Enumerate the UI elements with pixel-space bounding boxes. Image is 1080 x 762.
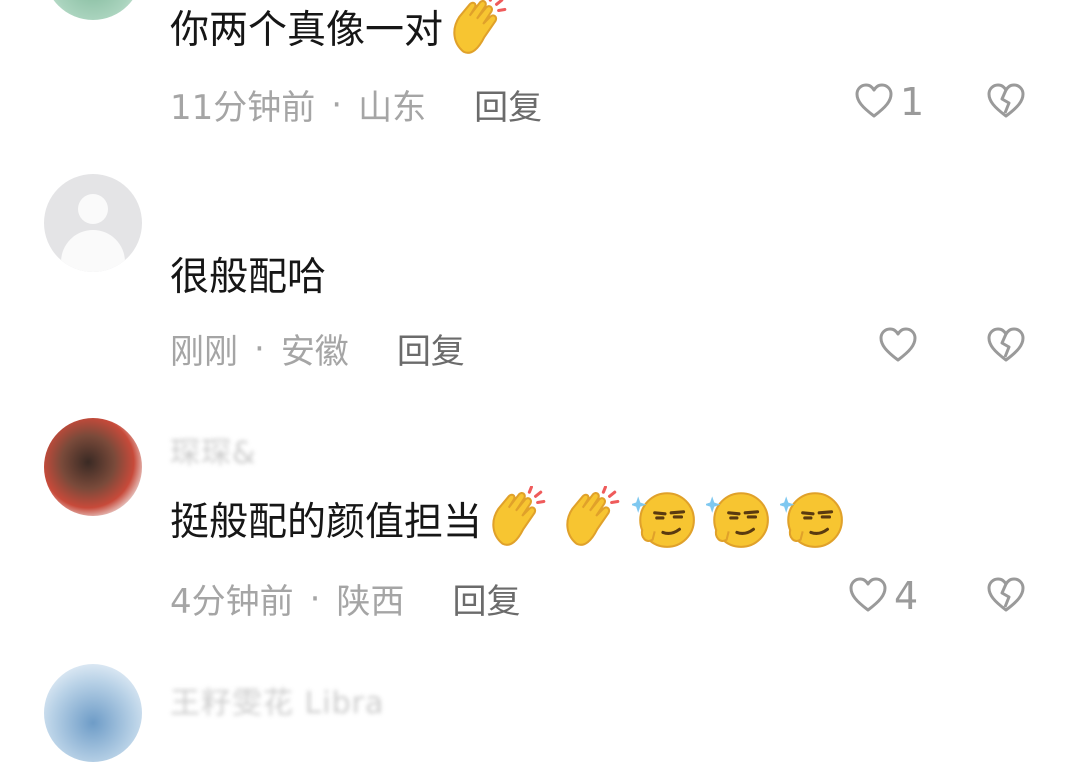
- separator: ·: [331, 84, 343, 125]
- separator: ·: [309, 578, 321, 619]
- comment-location: 陕西: [336, 582, 405, 622]
- comment-text: 你两个真像一对: [170, 8, 444, 53]
- avatar[interactable]: [44, 664, 142, 762]
- reply-button[interactable]: 回复: [474, 80, 542, 129]
- broken-heart-icon[interactable]: [986, 326, 1026, 366]
- default-avatar-head: [78, 194, 108, 224]
- comment-text: 挺般配的颜值担当: [170, 500, 483, 545]
- heart-outline-icon: [855, 83, 893, 118]
- comment-meta: 4分钟前 · 陕西 回复: [170, 574, 520, 623]
- comment-text-row: 你两个真像一对: [170, 0, 519, 60]
- emoji-row: [445, 0, 519, 60]
- comment-location: 安徽: [280, 332, 349, 372]
- reply-button[interactable]: 回复: [397, 324, 465, 373]
- clapping-hands-icon: [492, 486, 546, 546]
- like-button[interactable]: [878, 326, 918, 366]
- comment-username[interactable]: 王籽雯花 Libra: [170, 678, 384, 722]
- default-avatar-body: [61, 230, 125, 272]
- comment-meta: 刚刚 · 安徽 回复: [170, 324, 465, 373]
- like-button[interactable]: 1: [854, 80, 924, 124]
- comment-username[interactable]: 琛琛&: [170, 428, 256, 472]
- like-count: 4: [894, 574, 919, 618]
- avatar[interactable]: [44, 418, 142, 516]
- smirk-face-icon: [780, 492, 843, 548]
- avatar[interactable]: [44, 174, 142, 272]
- smirk-face-icon: [706, 492, 769, 548]
- avatar[interactable]: [44, 0, 142, 20]
- comment-text-row: 挺般配的颜值担当: [170, 486, 854, 552]
- smirk-face-icon: [632, 492, 695, 548]
- broken-heart-icon[interactable]: [986, 576, 1026, 616]
- comment-time: 刚刚: [170, 332, 238, 372]
- comment-text: 很般配哈: [170, 255, 327, 300]
- clapping-hands-icon: [453, 0, 507, 54]
- separator: ·: [254, 328, 265, 369]
- comment-meta: 11分钟前 · 山东 回复: [170, 80, 542, 129]
- clapping-hands-icon: [566, 486, 620, 546]
- comment-time: 11分钟前: [170, 88, 316, 128]
- comment-time: 4分钟前: [170, 582, 294, 622]
- like-count: 1: [900, 80, 925, 124]
- comment-text-row: 很般配哈: [170, 246, 326, 302]
- comment-location: 山东: [358, 88, 427, 128]
- like-button[interactable]: 4: [848, 574, 918, 618]
- emoji-row: [484, 486, 854, 552]
- reply-button[interactable]: 回复: [452, 574, 520, 623]
- broken-heart-icon[interactable]: [986, 82, 1026, 122]
- heart-outline-icon: [879, 327, 917, 362]
- heart-outline-icon: [849, 577, 887, 612]
